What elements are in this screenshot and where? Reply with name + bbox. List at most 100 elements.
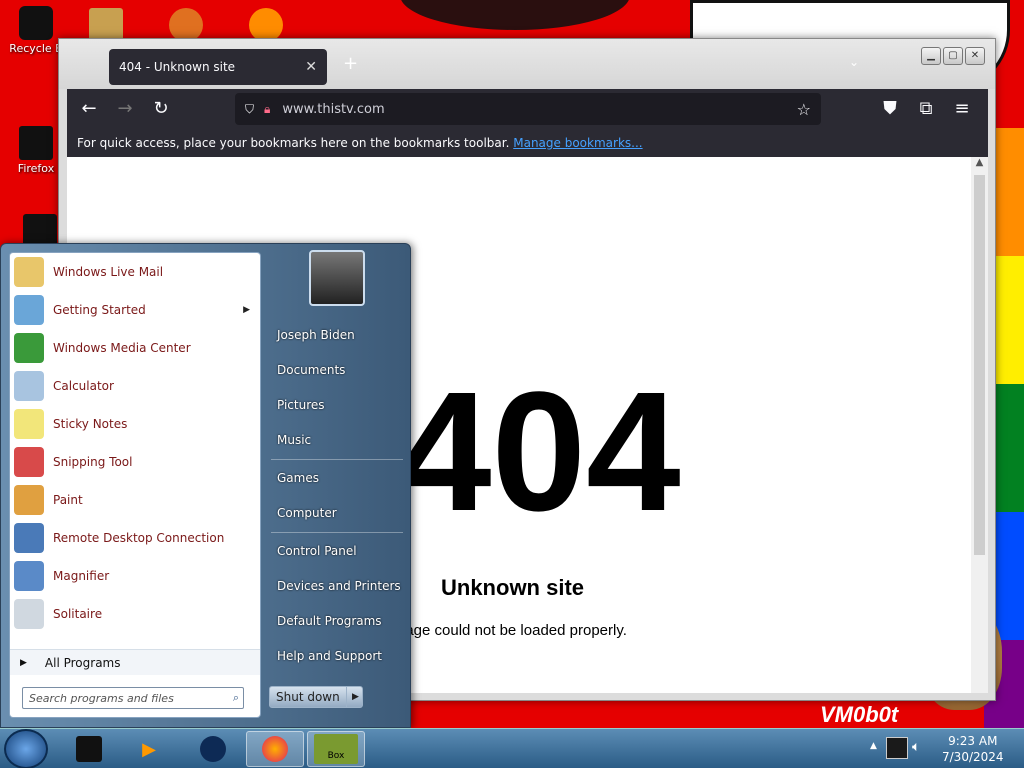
scroll-thumb[interactable] xyxy=(974,175,985,555)
desktop-icon-label: Firefox xyxy=(17,162,55,175)
program-item[interactable]: Sticky Notes xyxy=(10,405,260,443)
search-placeholder: Search programs and files xyxy=(29,691,174,705)
program-item[interactable]: Remote Desktop Connection xyxy=(10,519,260,557)
program-label: Sticky Notes xyxy=(53,417,128,431)
devices-printers-link[interactable]: Devices and Printers xyxy=(277,579,401,593)
address-bar[interactable]: ⛉ 🔒︎ www.thistv.com ☆ xyxy=(235,93,821,125)
solitaire-icon xyxy=(14,599,44,629)
shutdown-label: Shut down xyxy=(276,690,340,704)
program-item[interactable]: Calculator xyxy=(10,367,260,405)
submenu-arrow-icon[interactable]: ▶ xyxy=(243,305,250,315)
magnifier-icon xyxy=(14,561,44,591)
program-label: Windows Live Mail xyxy=(53,265,164,279)
calculator-icon xyxy=(14,371,44,401)
url-text[interactable]: www.thistv.com xyxy=(282,102,384,117)
program-item[interactable]: Paint xyxy=(10,481,260,519)
close-window-button[interactable]: ✕ xyxy=(965,47,985,65)
question-icon xyxy=(249,8,283,42)
tab-title: 404 - Unknown site xyxy=(119,60,236,74)
forward-button[interactable]: → xyxy=(107,94,143,124)
program-item[interactable]: Getting Started ▶ xyxy=(10,291,260,329)
firefox-icon xyxy=(262,736,288,762)
start-button[interactable] xyxy=(4,729,48,768)
navigation-toolbar: ← → ↻ ⛉ 🔒︎ www.thistv.com ☆ ⛊ ⧉ ≡ xyxy=(67,89,988,129)
places-pane: Joseph Biden Documents Pictures Music Ga… xyxy=(263,244,411,727)
taskbar-media-player[interactable]: ▶ xyxy=(120,731,178,767)
menu-icon[interactable]: ≡ xyxy=(944,94,980,124)
user-avatar[interactable] xyxy=(309,250,365,306)
program-item[interactable]: Windows Media Center xyxy=(10,329,260,367)
taskbar-firefox[interactable] xyxy=(246,731,304,767)
shield-icon[interactable]: ⛉ xyxy=(245,102,254,117)
program-list: Windows Live Mail Getting Started ▶ Windows… xyxy=(10,253,260,633)
default-programs-link[interactable]: Default Programs xyxy=(277,614,382,628)
program-item[interactable]: Magnifier xyxy=(10,557,260,595)
start-menu: Windows Live Mail Getting Started ▶ Windows… xyxy=(0,243,411,728)
program-item[interactable]: Solitaire xyxy=(10,595,260,633)
bookmark-star-icon[interactable]: ☆ xyxy=(797,100,811,119)
program-label: Getting Started xyxy=(53,303,146,317)
error-code: 404 xyxy=(397,357,681,547)
show-hidden-icons[interactable]: ▲ xyxy=(870,741,877,751)
separator xyxy=(271,459,403,460)
app-icon xyxy=(76,736,102,762)
taskbar-box[interactable]: Box xyxy=(307,731,365,767)
minimize-button[interactable]: ▁ xyxy=(921,47,941,65)
reload-button[interactable]: ↻ xyxy=(143,94,179,124)
programs-pane: Windows Live Mail Getting Started ▶ Windows… xyxy=(9,252,261,718)
scissors-icon xyxy=(14,447,44,477)
notification-area: ▲ 🔈︎ 9:23 AM 7/30/2024 xyxy=(864,729,1024,768)
program-label: Magnifier xyxy=(53,569,110,583)
vertical-scrollbar[interactable]: ▲ xyxy=(971,157,988,693)
maximize-button[interactable]: ▢ xyxy=(943,47,963,65)
volume-icon[interactable]: 🔈︎ xyxy=(912,739,920,755)
control-panel-link[interactable]: Control Panel xyxy=(277,544,357,558)
user-folder-link[interactable]: Joseph Biden xyxy=(277,328,355,342)
all-programs-button[interactable]: ▶ All Programs xyxy=(10,649,260,675)
manage-bookmarks-link[interactable]: Manage bookmarks... xyxy=(513,136,642,150)
search-input[interactable]: Search programs and files ⌕ xyxy=(22,687,244,709)
help-support-link[interactable]: Help and Support xyxy=(277,649,382,663)
new-tab-button[interactable]: + xyxy=(343,53,358,74)
program-label: Calculator xyxy=(53,379,114,393)
pocket-icon[interactable]: ⛊ xyxy=(872,94,908,124)
pictures-link[interactable]: Pictures xyxy=(277,398,325,412)
network-icon[interactable] xyxy=(886,737,908,759)
box-app-icon: Box xyxy=(314,734,358,764)
taskbar-app-recycle[interactable] xyxy=(60,731,118,767)
browser-tab[interactable]: 404 - Unknown site ✕ xyxy=(109,49,327,85)
clock-date: 7/30/2024 xyxy=(942,750,1004,764)
desktop-icon-recycle-bin[interactable]: Recycle B xyxy=(6,6,66,55)
program-item[interactable]: Snipping Tool xyxy=(10,443,260,481)
program-label: Remote Desktop Connection xyxy=(53,531,225,545)
media-icon xyxy=(169,8,203,42)
program-label: Solitaire xyxy=(53,607,103,621)
mail-icon xyxy=(14,257,44,287)
shutdown-button[interactable]: Shut down ▶ xyxy=(269,686,363,708)
music-link[interactable]: Music xyxy=(277,433,311,447)
close-tab-icon[interactable]: ✕ xyxy=(305,59,317,75)
taskbar: ▶ Box ▲ 🔈︎ 9:23 AM 7/30/2024 xyxy=(0,728,1024,768)
triangle-right-icon: ▶ xyxy=(20,657,27,668)
lock-icon[interactable]: 🔒︎ xyxy=(264,102,270,117)
program-item[interactable]: Windows Live Mail xyxy=(10,253,260,291)
back-button[interactable]: ← xyxy=(71,94,107,124)
separator xyxy=(271,532,403,533)
computer-link[interactable]: Computer xyxy=(277,506,337,520)
error-title: Unknown site xyxy=(441,575,585,600)
taskbar-app-globe[interactable] xyxy=(184,731,242,767)
globe-icon xyxy=(200,736,226,762)
games-link[interactable]: Games xyxy=(277,471,319,485)
clock[interactable]: 9:23 AM 7/30/2024 xyxy=(942,733,1004,765)
search-icon[interactable]: ⌕ xyxy=(233,691,239,705)
shutdown-options-icon[interactable]: ▶ xyxy=(346,687,364,707)
remote-desktop-icon xyxy=(14,523,44,553)
program-label: Paint xyxy=(53,493,83,507)
list-tabs-icon[interactable]: ⌄ xyxy=(849,55,859,69)
documents-link[interactable]: Documents xyxy=(277,363,345,377)
sticky-notes-icon xyxy=(14,409,44,439)
extensions-icon[interactable]: ⧉ xyxy=(908,94,944,124)
desktop-icon-firefox[interactable]: Firefox xyxy=(6,126,66,175)
scroll-up-icon[interactable]: ▲ xyxy=(971,157,988,173)
getting-started-icon xyxy=(14,295,44,325)
